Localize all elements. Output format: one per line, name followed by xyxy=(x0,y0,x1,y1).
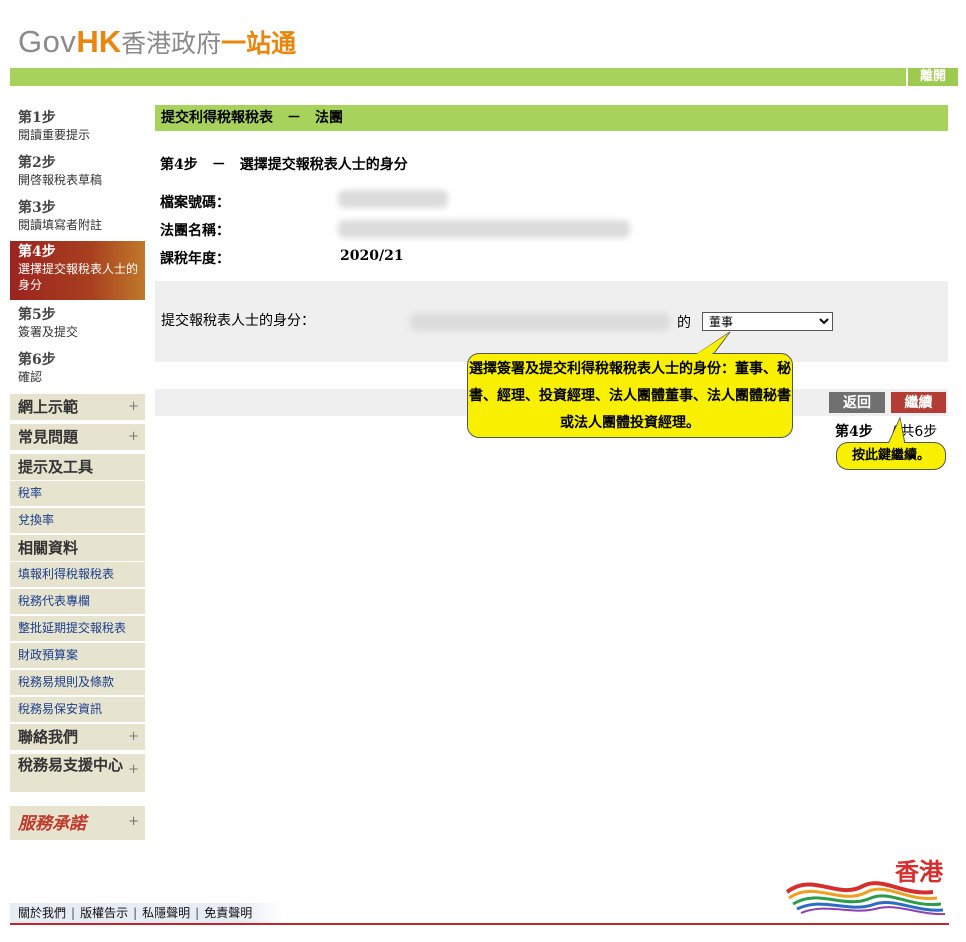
step-separator: / xyxy=(891,424,896,440)
step-current: 第4步 xyxy=(835,424,873,440)
footer-separator: | xyxy=(71,906,76,920)
step-progress: 第4步 / 共6步 xyxy=(835,421,937,441)
sidebar-item-label: 稅務易規則及條款 xyxy=(18,675,115,689)
sidebar-step-5: 第5步 簽署及提交 xyxy=(10,306,145,340)
sidebar-item-label: 聯絡我們 xyxy=(18,728,79,746)
sidebar-heading-related: 相關資料 xyxy=(10,535,145,563)
identity-select[interactable]: 董事 xyxy=(702,312,833,331)
identity-panel: 提交報稅表人士的身分： 的 董事 xyxy=(155,281,948,362)
sidebar-item-label: 稅務易支援中心 xyxy=(18,756,124,774)
back-button[interactable]: 返回 xyxy=(829,392,885,413)
step-description: 確認 xyxy=(18,370,43,384)
signer-name-redacted xyxy=(410,313,670,331)
sidebar-heading-label: 相關資料 xyxy=(18,539,79,557)
sidebar-item-demo[interactable]: 網上示範 + xyxy=(10,394,145,422)
footer-separator: | xyxy=(133,906,138,920)
sidebar-item-related[interactable]: 稅務代表專欄 xyxy=(10,589,145,616)
logo-zh-text: 香港政府 xyxy=(121,29,222,58)
step-description: 選擇提交報稅表人士的身分 xyxy=(18,262,139,292)
step-number: 第1步 xyxy=(18,110,56,126)
sidebar-item-label: 兌換率 xyxy=(18,513,55,527)
sidebar-item-related[interactable]: 財政預算案 xyxy=(10,643,145,670)
logo-hk-text: HK xyxy=(76,24,122,59)
brand-text: 香港 xyxy=(895,858,944,886)
footer-separator: | xyxy=(195,906,200,920)
top-nav-bar: 離開 xyxy=(10,68,958,86)
identity-label: 提交報稅表人士的身分： xyxy=(161,313,315,329)
sidebar-item-label: 稅務代表專欄 xyxy=(18,594,91,608)
step-number: 第2步 xyxy=(18,155,56,171)
sidebar-item-contact[interactable]: 聯絡我們 + xyxy=(10,724,145,752)
sidebar-step-6: 第6步 確認 xyxy=(10,351,145,385)
sidebar-item-label: 整批延期提交報稅表 xyxy=(18,621,127,635)
brand-dragon-icon: 香港 xyxy=(785,858,946,916)
sidebar-item-support[interactable]: 稅務易支援中心 + xyxy=(10,754,145,794)
sidebar-item-label: 稅率 xyxy=(18,486,43,500)
brand-hong-kong-logo: 香港 xyxy=(783,852,953,916)
sidebar-step-2: 第2步 開啓報稅表草稿 xyxy=(10,154,145,188)
step-description: 開啓報稅表草稿 xyxy=(18,173,103,187)
corp-name-label: 法團名稱： xyxy=(160,223,230,239)
step-number: 第6步 xyxy=(18,352,56,368)
continue-button[interactable]: 繼續 xyxy=(891,392,946,413)
govhk-logo[interactable]: GovHK香港政府一站通 xyxy=(18,24,296,60)
expand-icon: + xyxy=(128,729,139,744)
footer-divider xyxy=(10,923,949,925)
footer-links: 關於我們 | 版權告示 | 私隱聲明 | 免責聲明 xyxy=(10,903,283,923)
sidebar-item-related[interactable]: 填報利得稅報稅表 xyxy=(10,562,145,589)
sidebar-item-tax-rate[interactable]: 稅率 xyxy=(10,481,145,508)
continue-tooltip: 按此鍵繼續。 xyxy=(836,442,946,470)
expand-icon: + xyxy=(128,399,139,414)
step-number: 第3步 xyxy=(18,200,56,216)
sidebar-item-label: 財政預算案 xyxy=(18,648,79,662)
step-description: 閱讀重要提示 xyxy=(18,128,91,142)
footer-link-about[interactable]: 關於我們 xyxy=(18,906,66,920)
sidebar-item-exchange-rate[interactable]: 兌換率 xyxy=(10,508,145,535)
sidebar-step-4-current: 第4步 選擇提交報稅表人士的身分 xyxy=(10,241,145,300)
sidebar-item-label: 常見問題 xyxy=(18,428,79,446)
file-no-label: 檔案號碼： xyxy=(160,195,230,211)
sidebar-step-1: 第1步 閱讀重要提示 xyxy=(10,109,145,143)
sidebar-item-label: 網上示範 xyxy=(18,398,79,416)
sidebar-item-related[interactable]: 稅務易規則及條款 xyxy=(10,670,145,697)
logo-one-stop-text: 一站通 xyxy=(221,29,297,58)
sidebar-item-label: 填報利得稅報稅表 xyxy=(18,567,115,581)
file-no-redacted xyxy=(338,190,448,208)
sidebar-item-pledge[interactable]: 服務承諾 + xyxy=(10,806,145,842)
corp-name-redacted xyxy=(338,220,630,238)
step-heading: 第4步 － 選擇提交報稅表人士的身分 xyxy=(160,157,408,173)
identity-tooltip: 選擇簽署及提交利得稅報稅表人士的身份：董事、秘書、經理、投資經理、法人團體董事、… xyxy=(467,353,793,438)
expand-icon: + xyxy=(128,762,139,777)
step-total: 共6步 xyxy=(900,424,938,440)
sidebar-item-faq[interactable]: 常見問題 + xyxy=(10,424,145,452)
sidebar-item-related[interactable]: 稅務易保安資訊 xyxy=(10,697,145,724)
sidebar-heading-tools: 提示及工具 xyxy=(10,454,145,482)
pledge-logo: 服務承諾 xyxy=(18,814,86,834)
year-value: 2020/21 xyxy=(340,248,404,264)
expand-icon: + xyxy=(128,429,139,444)
logout-button[interactable]: 離開 xyxy=(905,68,958,86)
step-number: 第4步 xyxy=(18,244,56,260)
identity-of-text: 的 xyxy=(677,315,691,331)
logo-gov-text: Gov xyxy=(18,24,77,59)
year-label: 課稅年度： xyxy=(160,251,230,267)
footer-link-disclaimer[interactable]: 免責聲明 xyxy=(204,906,252,920)
sidebar-heading-label: 提示及工具 xyxy=(18,458,94,476)
footer-link-copyright[interactable]: 版權告示 xyxy=(80,906,128,920)
page-title: 提交利得稅報稅表 － 法團 xyxy=(155,105,948,131)
sidebar-step-3: 第3步 閱讀填寫者附註 xyxy=(10,199,145,233)
footer-link-privacy[interactable]: 私隱聲明 xyxy=(142,906,190,920)
step-description: 簽署及提交 xyxy=(18,325,79,339)
step-number: 第5步 xyxy=(18,307,56,323)
step-description: 閱讀填寫者附註 xyxy=(18,218,103,232)
expand-icon: + xyxy=(128,814,139,829)
sidebar-item-label: 稅務易保安資訊 xyxy=(18,702,103,716)
sidebar-item-related[interactable]: 整批延期提交報稅表 xyxy=(10,616,145,643)
